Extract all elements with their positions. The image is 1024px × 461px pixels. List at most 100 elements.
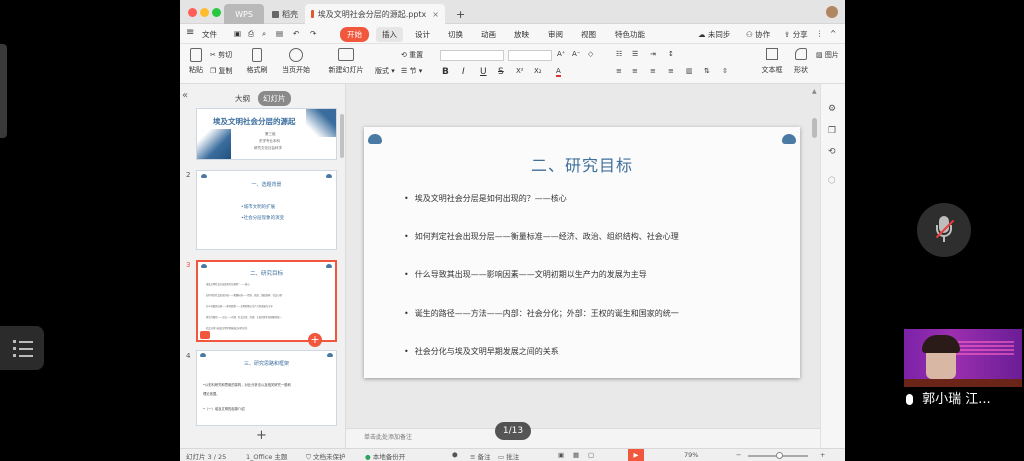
- superscript-icon[interactable]: X²: [516, 67, 524, 75]
- text-direction-icon[interactable]: ⇅: [704, 67, 710, 75]
- backup-status[interactable]: ● 本地备份开: [365, 451, 405, 461]
- slide-bullet[interactable]: 埃及文明社会分层是如何出现的？——核心: [404, 193, 567, 204]
- slide-editor-canvas[interactable]: 二、研究目标 埃及文明社会分层是如何出现的？——核心 如何判定社会出现分层——衡…: [346, 84, 820, 428]
- participant-video[interactable]: [904, 329, 1022, 387]
- zoom-slider[interactable]: [748, 452, 808, 459]
- mute-button[interactable]: [917, 203, 971, 257]
- align-center-icon[interactable]: ≡: [632, 67, 638, 75]
- font-family-select[interactable]: [440, 50, 504, 61]
- slide-bullet[interactable]: 如何判定社会出现分层——衡量标准——经济、政治、组织结构、社会心理: [404, 231, 679, 242]
- canvas-vertical-scrollbar[interactable]: ▲: [812, 88, 818, 418]
- collab-button[interactable]: ⚇ 协作: [746, 29, 770, 40]
- history-icon[interactable]: ⟲: [828, 147, 836, 157]
- avatar[interactable]: [826, 6, 838, 18]
- tab-wps[interactable]: WPS: [224, 4, 264, 24]
- redo-icon[interactable]: ↷: [310, 29, 316, 38]
- normal-view-button[interactable]: ▣: [558, 451, 564, 459]
- current-slide[interactable]: 二、研究目标 埃及文明社会分层是如何出现的？——核心 如何判定社会出现分层——衡…: [364, 127, 800, 378]
- slide-thumbnail[interactable]: 三、研究思路和框架 •以史料研究和思维的架构，对比分析法以及相关研究一般和 理论…: [196, 350, 337, 426]
- pdf-icon[interactable]: ▤: [276, 29, 283, 38]
- tab-docer[interactable]: 稻壳: [266, 4, 304, 24]
- smart-beautify-icon[interactable]: ⬢: [452, 451, 458, 459]
- print-icon[interactable]: ⎙: [248, 29, 254, 39]
- comments-toggle[interactable]: ▭ 批注: [498, 451, 519, 461]
- more-icon[interactable]: ⋮: [816, 29, 824, 38]
- properties-icon[interactable]: ⚙: [828, 104, 836, 114]
- columns-icon[interactable]: ▥: [686, 67, 693, 75]
- font-size-select[interactable]: [508, 50, 552, 61]
- play-slide-icon[interactable]: [200, 331, 210, 339]
- copy-button[interactable]: ❐ 复制: [210, 66, 233, 76]
- reset-button[interactable]: ⟲ 重置: [401, 50, 423, 60]
- undo-icon[interactable]: ↶: [293, 29, 299, 38]
- close-window-button[interactable]: [188, 8, 197, 17]
- bullets-icon[interactable]: ☷: [616, 50, 622, 58]
- slide-bullet[interactable]: 社会分化与埃及文明早期发展之间的关系: [404, 346, 559, 357]
- format-painter-button[interactable]: 格式刷: [245, 48, 269, 75]
- line-spacing-icon[interactable]: ↕: [668, 50, 674, 58]
- cut-button[interactable]: ✂ 剪切: [210, 50, 232, 60]
- strikethrough-button[interactable]: S: [498, 67, 504, 77]
- settings-icon[interactable]: ⬡: [828, 176, 836, 186]
- preview-icon[interactable]: ⌕: [262, 29, 266, 39]
- scroll-thumb[interactable]: [812, 118, 817, 138]
- tab-slides[interactable]: 幻灯片: [258, 91, 291, 106]
- clear-format-icon[interactable]: ◇: [588, 50, 593, 58]
- notes-placeholder[interactable]: 单击此处添加备注: [364, 432, 412, 441]
- collapse-panel-icon[interactable]: «: [182, 90, 188, 101]
- indent-icon[interactable]: ⇥: [650, 50, 656, 58]
- italic-button[interactable]: I: [462, 67, 465, 77]
- hamburger-icon[interactable]: ≡: [186, 27, 194, 38]
- zoom-slider-handle[interactable]: [776, 452, 783, 459]
- slide-thumbnail[interactable]: 一、选题背景 •城市文明的扩展 •社会分层现象的演变: [196, 170, 337, 250]
- participants-list-button[interactable]: [0, 326, 44, 370]
- textbox-button[interactable]: 文本框: [760, 48, 784, 75]
- picture-button[interactable]: ▨ 图片: [816, 50, 839, 60]
- scroll-up-icon[interactable]: ▲: [812, 88, 818, 95]
- slide-thumbnail[interactable]: 埃及文明社会分层的源起 第三组 史学专业本科 研究文化社会科学: [196, 108, 337, 160]
- menu-review[interactable]: 审阅: [548, 29, 563, 40]
- start-from-current-button[interactable]: 当页开始: [279, 48, 313, 75]
- slide-bullet[interactable]: 什么导致其出现——影响因素——文明初期以生产力的发展为主导: [404, 269, 647, 280]
- menu-features[interactable]: 特色功能: [615, 29, 645, 40]
- slideshow-button[interactable]: ▶: [628, 449, 644, 461]
- align-left-icon[interactable]: ≡: [616, 67, 622, 75]
- menu-design[interactable]: 设计: [415, 29, 430, 40]
- add-slide-button[interactable]: +: [256, 428, 267, 443]
- sync-status[interactable]: ☁ 未同步: [698, 29, 730, 40]
- thumb-scrollbar[interactable]: [340, 114, 344, 158]
- collapse-ribbon-icon[interactable]: ^: [830, 29, 836, 38]
- notes-area[interactable]: 单击此处添加备注: [346, 428, 820, 448]
- justify-icon[interactable]: ≡: [668, 67, 674, 75]
- menu-file[interactable]: 文件: [202, 29, 217, 40]
- align-right-icon[interactable]: ≡: [650, 67, 656, 75]
- zoom-out-button[interactable]: −: [736, 451, 741, 459]
- menu-view[interactable]: 视图: [581, 29, 596, 40]
- tab-outline[interactable]: 大纲: [235, 93, 250, 104]
- reading-view-button[interactable]: ▢: [588, 451, 594, 459]
- layout-button[interactable]: 版式 ▾: [375, 66, 395, 76]
- numbering-icon[interactable]: ☰: [632, 50, 638, 58]
- paste-button[interactable]: 粘贴: [186, 48, 206, 75]
- shrink-font-icon[interactable]: A⁻: [572, 50, 580, 58]
- add-slide-after-button[interactable]: +: [308, 333, 322, 347]
- save-icon[interactable]: ▣: [234, 29, 241, 38]
- zoom-level[interactable]: 79%: [684, 451, 698, 459]
- objects-icon[interactable]: ❐: [828, 126, 836, 136]
- maximize-window-button[interactable]: [212, 8, 221, 17]
- font-color-icon[interactable]: A: [556, 67, 561, 77]
- slide-bullet[interactable]: 诞生的路径——方法——内部：社会分化；外部：王权的诞生和国家的统一: [404, 308, 679, 319]
- menu-transition[interactable]: 切换: [448, 29, 463, 40]
- underline-button[interactable]: U: [480, 67, 487, 77]
- left-edge-handle[interactable]: [0, 44, 7, 138]
- shape-button[interactable]: 形状: [790, 48, 812, 75]
- section-button[interactable]: ☰ 节 ▾: [401, 66, 422, 76]
- tab-document[interactable]: 埃及文明社会分层的源起.pptx ×: [305, 4, 445, 24]
- menu-slideshow[interactable]: 放映: [514, 29, 529, 40]
- zoom-in-button[interactable]: +: [820, 451, 825, 459]
- slide-thumbnail-selected[interactable]: 二、研究目标 埃及文明社会分层是如何出现的？——核心 如何判定社会出现分层——衡…: [196, 260, 337, 342]
- menu-home[interactable]: 开始: [340, 27, 369, 42]
- sorter-view-button[interactable]: ▦: [573, 451, 579, 459]
- close-tab-icon[interactable]: ×: [432, 10, 439, 19]
- doc-protect-status[interactable]: ⛉ 文档未保护: [306, 451, 345, 461]
